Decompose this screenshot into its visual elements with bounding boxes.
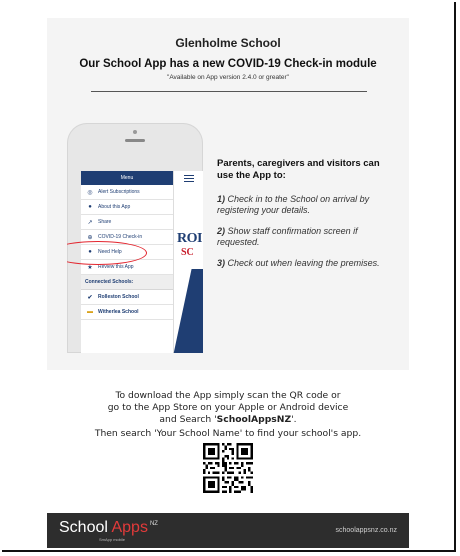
step-number: 2) [217, 226, 226, 236]
logo-stripe [172, 269, 203, 353]
download-instructions: To download the App simply scan the QR c… [47, 390, 409, 426]
divider [91, 91, 367, 92]
brand-name-part: School [59, 519, 112, 536]
download-line-2: go to the App Store on your Apple or And… [107, 402, 349, 413]
menu-title: Menu [81, 171, 173, 185]
step-2: 2) Show staff confirmation screen if req… [217, 226, 397, 248]
menu-item-label: Alert Subscriptions [98, 189, 140, 195]
logo-subtext: SC [181, 247, 194, 258]
brand-name-accent: Apps [111, 519, 148, 536]
menu-item-school-rolleston[interactable]: ✔ Rolleston School [81, 290, 173, 305]
step-1: 1) Check in to the School on arrival by … [217, 194, 397, 216]
menu-item-school-witherlea[interactable]: ▬ Witherlea School [81, 305, 173, 320]
menu-item-label: About this App [98, 204, 131, 210]
step-text: Show staff confirmation screen if reques… [217, 226, 358, 247]
menu-item-alert-subscriptions[interactable]: ◎ Alert Subscriptions [81, 185, 173, 200]
flyer: Glenholme School Our School App has a ne… [47, 8, 409, 548]
menu-item-label: Witherlea School [98, 309, 139, 315]
version-note: "Available on App version 2.4.0 or great… [167, 74, 289, 81]
camera-icon [133, 130, 137, 134]
step-number: 1) [217, 194, 226, 204]
menu-item-label: COVID-19 Check-in [98, 234, 143, 240]
menu-item-label: Rolleston School [98, 294, 139, 300]
logo-text: ROI [177, 231, 202, 246]
qr-code[interactable] [203, 443, 253, 493]
brand-tagline: SmApp mobile [99, 537, 126, 542]
step-3: 3) Check out when leaving the premises. [217, 258, 397, 269]
brand-logo: School Apps NZ [59, 519, 158, 537]
download-line-3c: '. [291, 414, 297, 425]
speaker-icon [125, 139, 145, 142]
website-link[interactable]: schoolappsnz.co.nz [336, 527, 397, 534]
info-panel: Parents, caregivers and visitors can use… [217, 158, 397, 279]
hamburger-icon[interactable] [184, 175, 194, 184]
info-title: Parents, caregivers and visitors can use… [217, 158, 380, 181]
school-name: Glenholme School [175, 36, 281, 50]
menu-item-label: Share [98, 219, 112, 225]
checkin-icon: ⊕ [87, 234, 93, 241]
check-circle-icon: ◎ [87, 189, 93, 196]
share-icon: ↗ [87, 219, 93, 226]
info-icon: ● [88, 204, 92, 210]
brand-region: NZ [149, 521, 158, 527]
step-text: Check in to the School on arrival by reg… [217, 194, 370, 215]
connected-schools-header: Connected Schools: [81, 275, 173, 290]
step-number: 3) [217, 258, 226, 268]
flag-icon: ▬ [87, 309, 93, 315]
footer-bar: School Apps NZ SmApp mobile schoolappsnz.… [47, 513, 409, 548]
menu-item-about[interactable]: ● About this App [81, 200, 173, 215]
download-line-1: To download the App simply scan the QR c… [115, 390, 341, 401]
phone-mockup: Menu ◎ Alert Subscriptions ● About this … [67, 123, 203, 353]
search-instructions: Then search 'Your School Name' to find y… [94, 428, 362, 439]
school-logo-pane: ROI SC [172, 171, 203, 353]
app-store-search-term: SchoolAppsNZ [216, 414, 292, 425]
check-icon: ✔ [87, 294, 93, 301]
download-line-3a: and Search ' [159, 414, 217, 425]
download-line-3: and Search 'SchoolAppsNZ'. [47, 414, 409, 426]
menu-item-share[interactable]: ↗ Share [81, 215, 173, 230]
headline: Our School App has a new COVID-19 Check-… [79, 58, 377, 70]
step-text: Check out when leaving the premises. [227, 258, 380, 268]
